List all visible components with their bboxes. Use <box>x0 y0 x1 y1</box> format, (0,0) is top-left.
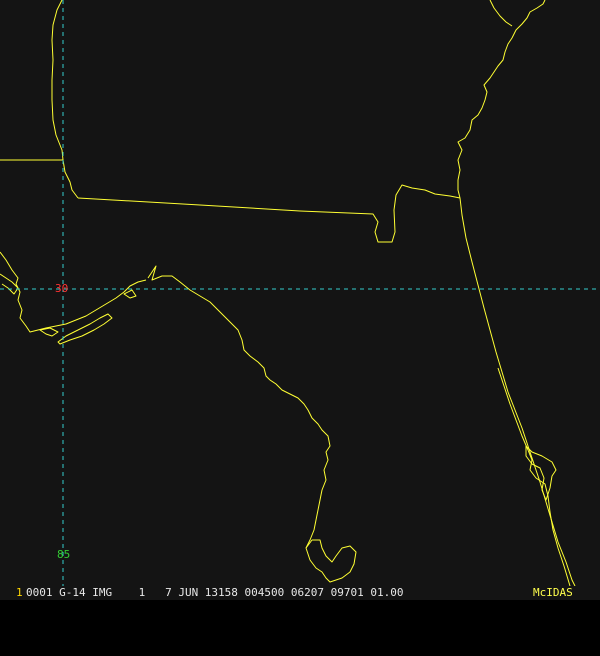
frame-number: 1 <box>16 586 23 599</box>
latitude-label: 30 <box>55 282 69 295</box>
alabama-georgia-border <box>51 0 79 199</box>
map-canvas <box>0 0 600 586</box>
longitude-label: 85 <box>57 548 71 561</box>
status-bar: 1 0001 G-14 IMG 1 7 JUN 13158 004500 062… <box>0 586 600 600</box>
pensacola-coast <box>0 251 147 333</box>
indian-river-lagoon <box>497 367 571 586</box>
georgia-carolina-border <box>489 0 513 27</box>
mcidas-brand: McIDAS <box>533 586 573 599</box>
satellite-image-frame: 30 85 1 0001 G-14 IMG 1 7 JUN 13158 0045… <box>0 0 600 600</box>
florida-atlantic-coast <box>459 197 576 586</box>
coastline-group <box>0 0 576 586</box>
image-info-text: 0001 G-14 IMG 1 7 JUN 13158 004500 06207… <box>26 586 404 599</box>
florida-panhandle-coast <box>147 265 331 549</box>
florida-georgia-border <box>77 184 461 243</box>
mobile-bay-shore <box>0 273 19 295</box>
apalachee-bay-islands <box>57 313 113 345</box>
choctawhatchee-bay <box>39 327 59 337</box>
atlantic-coast-georgia-carolina <box>457 0 546 199</box>
tampa-bay <box>305 539 357 583</box>
st-andrews-bay <box>123 289 137 299</box>
